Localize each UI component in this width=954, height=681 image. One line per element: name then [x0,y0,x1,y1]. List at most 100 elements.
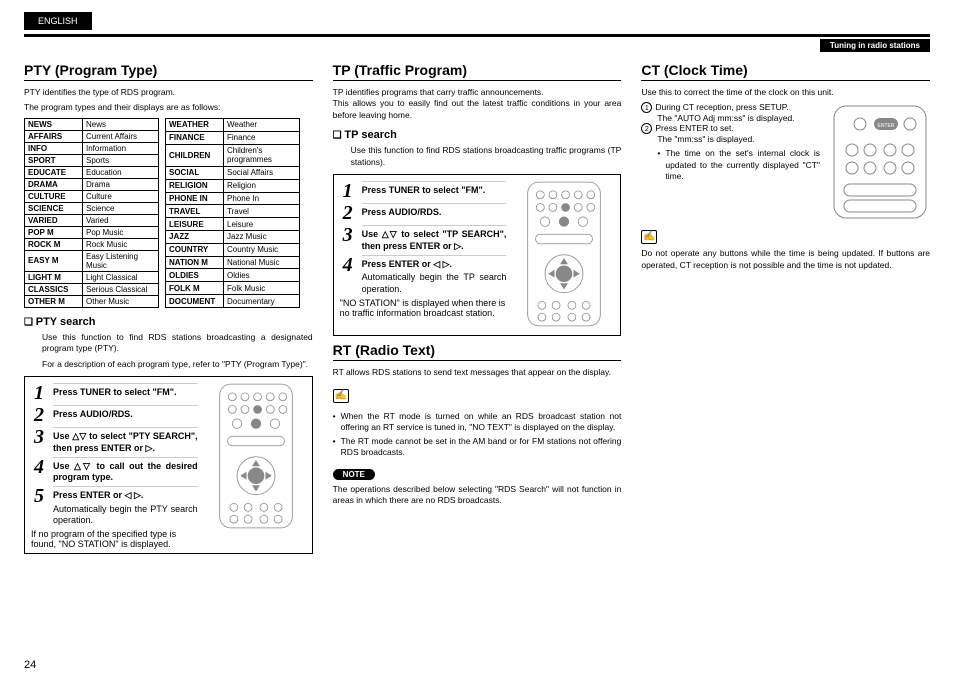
pty-code: CULTURE [25,190,83,202]
pty-row: INFOInformation [25,142,159,154]
pty-row: FOLK MFolk Music [166,282,300,295]
pty-step-1: 1Press TUNER to select "FM". [31,383,198,403]
pty-row: SPORTSports [25,154,159,166]
pty-row: EASY MEasy Listening Music [25,250,159,271]
pty-label: Pop Music [83,226,159,238]
pty-intro-2: The program types and their displays are… [24,102,313,113]
pty-code: RELIGION [166,179,224,192]
pty-label: Current Affairs [83,130,159,142]
pty-row: CULTURECulture [25,190,159,202]
ct-heading: CT (Clock Time) [641,62,930,81]
pty-label: Easy Listening Music [83,250,159,271]
pty-label: Religion [224,179,300,192]
pty-code: POP M [25,226,83,238]
ct-step-2-sub: The "mm:ss" is displayed. [657,134,820,144]
pty-label: Varied [83,214,159,226]
ct-steps: 1During CT reception, press SETUP. The "… [641,102,820,186]
ct-step-1-sub: The "AUTO Adj mm:ss" is displayed. [657,113,820,123]
tp-heading: TP (Traffic Program) [333,62,622,81]
remote-figure-tp [514,179,614,331]
pty-row: RELIGIONReligion [166,179,300,192]
pty-heading: PTY (Program Type) [24,62,313,81]
pty-code: DOCUMENT [166,295,224,308]
pty-label: Finance [224,131,300,144]
pty-code: LEISURE [166,218,224,231]
hand-icon-ct: ✍ [641,230,657,244]
pty-code: SPORT [25,154,83,166]
tp-step-4: 4Press ENTER or ◁ ▷.Automatically begin … [340,255,507,296]
pty-label: Documentary [224,295,300,308]
pty-label: Phone In [224,192,300,205]
pty-code: OTHER M [25,295,83,307]
rt-bullet-1: When the RT mode is turned on while an R… [333,411,622,434]
pty-row: COUNTRYCountry Music [166,243,300,256]
rt-heading: RT (Radio Text) [333,342,622,361]
pty-intro-1: PTY identifies the type of RDS program. [24,87,313,98]
pty-code: DRAMA [25,178,83,190]
tp-step-3: 3Use △▽ to select "TP SEARCH", then pres… [340,225,507,252]
pty-code: CHILDREN [166,144,224,166]
pty-label: Weather [224,118,300,131]
chapter-bar: Tuning in radio stations [24,39,930,52]
pty-row: JAZZJazz Music [166,231,300,244]
pty-step-2: 2Press AUDIO/RDS. [31,405,198,425]
pty-label: Culture [83,190,159,202]
pty-code: SCIENCE [25,202,83,214]
pty-row: WEATHERWeather [166,118,300,131]
pty-label: Science [83,202,159,214]
pty-row: CHILDRENChildren's programmes [166,144,300,166]
pty-code: WEATHER [166,118,224,131]
remote-figure-pty [206,381,306,549]
pty-code: NATION M [166,256,224,269]
pty-code: FOLK M [166,282,224,295]
column-ct: CT (Clock Time) Use this to correct the … [641,62,930,560]
pty-code: NEWS [25,118,83,130]
pty-row: OLDIESOldies [166,269,300,282]
column-pty: PTY (Program Type) PTY identifies the ty… [24,62,313,560]
ct-step-1: 1During CT reception, press SETUP. [641,102,820,113]
language-tab: ENGLISH [24,12,92,30]
pty-code: PHONE IN [166,192,224,205]
pty-code: COUNTRY [166,243,224,256]
pty-label: Leisure [224,218,300,231]
page-number: 24 [24,659,36,671]
pty-row: ROCK MRock Music [25,238,159,250]
pty-label: National Music [224,256,300,269]
tp-search-heading: TP search [333,129,622,141]
pty-row: SOCIALSocial Affairs [166,166,300,179]
note-pill: NOTE [333,469,375,480]
pty-row: LIGHT MLight Classical [25,271,159,283]
pty-row: SCIENCEScience [25,202,159,214]
pty-label: News [83,118,159,130]
tp-intro: TP identifies programs that carry traffi… [333,87,622,121]
pty-row: DOCUMENTDocumentary [166,295,300,308]
pty-row: NEWSNews [25,118,159,130]
pty-label: Other Music [83,295,159,307]
top-rule [24,34,930,37]
pty-step-4: 4Use △▽ to call out the desired program … [31,457,198,484]
pty-row: AFFAIRSCurrent Affairs [25,130,159,142]
pty-steps-block: 1Press TUNER to select "FM". 2Press AUDI… [24,376,313,554]
ct-bullet: The time on the set's internal clock is … [657,148,820,182]
rt-note-text: The operations described below selecting… [333,484,622,507]
pty-table-b: WEATHERWeatherFINANCEFinanceCHILDRENChil… [165,118,300,308]
pty-code: TRAVEL [166,205,224,218]
pty-code: INFO [25,142,83,154]
pty-label: Information [83,142,159,154]
pty-row: POP MPop Music [25,226,159,238]
ct-intro: Use this to correct the time of the cloc… [641,87,930,98]
pty-row: NATION MNational Music [166,256,300,269]
pty-label: Children's programmes [224,144,300,166]
ct-warning: Do not operate any buttons while the tim… [641,248,930,271]
pty-label: Education [83,166,159,178]
tp-step-2: 2Press AUDIO/RDS. [340,203,507,223]
pty-search-p2: For a description of each program type, … [42,359,313,370]
svg-text:ENTER: ENTER [878,123,895,129]
pty-label: Folk Music [224,282,300,295]
chapter-title: Tuning in radio stations [820,39,930,52]
pty-row: LEISURELeisure [166,218,300,231]
pty-step-3: 3Use △▽ to select "PTY SEARCH", then pre… [31,427,198,454]
pty-label: Serious Classical [83,283,159,295]
pty-row: DRAMADrama [25,178,159,190]
pty-code: JAZZ [166,231,224,244]
